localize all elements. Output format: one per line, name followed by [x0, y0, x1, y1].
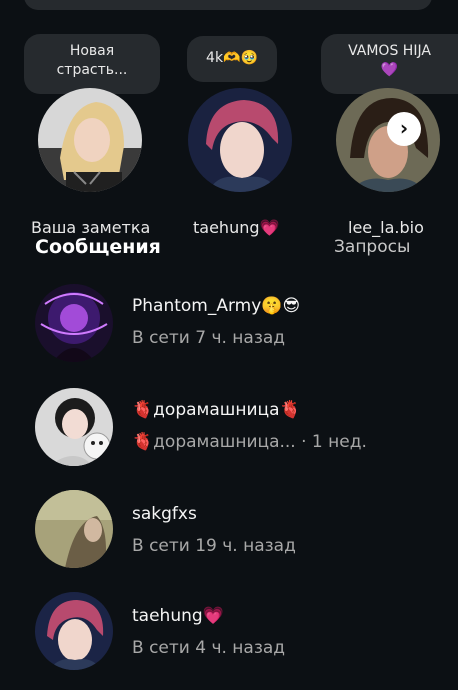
avatar-lee-la-note[interactable]	[336, 88, 440, 192]
avatar-doramashnitsa	[35, 388, 113, 466]
messages-title: Сообщения	[35, 236, 161, 258]
requests-link[interactable]: Запросы	[334, 237, 410, 257]
messages-header: Сообщения Запросы	[0, 232, 458, 266]
chat-name: taehung💗	[132, 606, 224, 626]
note-bubble-taehung[interactable]: 4k🫶🥹	[187, 36, 277, 82]
avatar-taehung-note[interactable]	[188, 88, 292, 192]
note-bubble-lee-la[interactable]: VAMOS HIJA 💜	[321, 34, 458, 94]
chat-status: В сети 4 ч. назад	[132, 638, 286, 658]
chat-name: Phantom_Army🤫😎	[132, 296, 301, 316]
chat-row-taehung[interactable]: taehung💗 В сети 4 ч. назад	[0, 588, 458, 688]
chat-last-message: 🫀дорамашница... · 1 нед.	[132, 432, 367, 452]
chat-row-phantom-army[interactable]: Phantom_Army🤫😎 В сети 7 ч. назад	[0, 282, 458, 382]
chat-row-sakgfxs[interactable]: sakgfxs В сети 19 ч. назад	[0, 488, 458, 588]
chat-status: В сети 19 ч. назад	[132, 536, 296, 556]
avatar-phantom-army	[35, 284, 113, 362]
search-bar[interactable]	[24, 0, 432, 10]
chevron-right-icon[interactable]: ›	[387, 112, 421, 146]
avatar-sakgfxs	[35, 490, 113, 568]
chat-status: В сети 7 ч. назад	[132, 328, 286, 348]
chat-name: 🫀дорамашница🫀	[132, 400, 301, 420]
last-message-time: · 1 нед.	[295, 432, 367, 452]
note-bubble-own[interactable]: Новая страсть...	[24, 34, 160, 94]
last-message-preview: 🫀дорамашница...	[132, 432, 296, 452]
avatar-taehung	[35, 592, 113, 670]
chat-name: sakgfxs	[132, 504, 197, 524]
avatar-own-note[interactable]	[38, 88, 142, 192]
chat-row-doramashnitsa[interactable]: 🫀дорамашница🫀 🫀дорамашница... · 1 нед.	[0, 384, 458, 484]
